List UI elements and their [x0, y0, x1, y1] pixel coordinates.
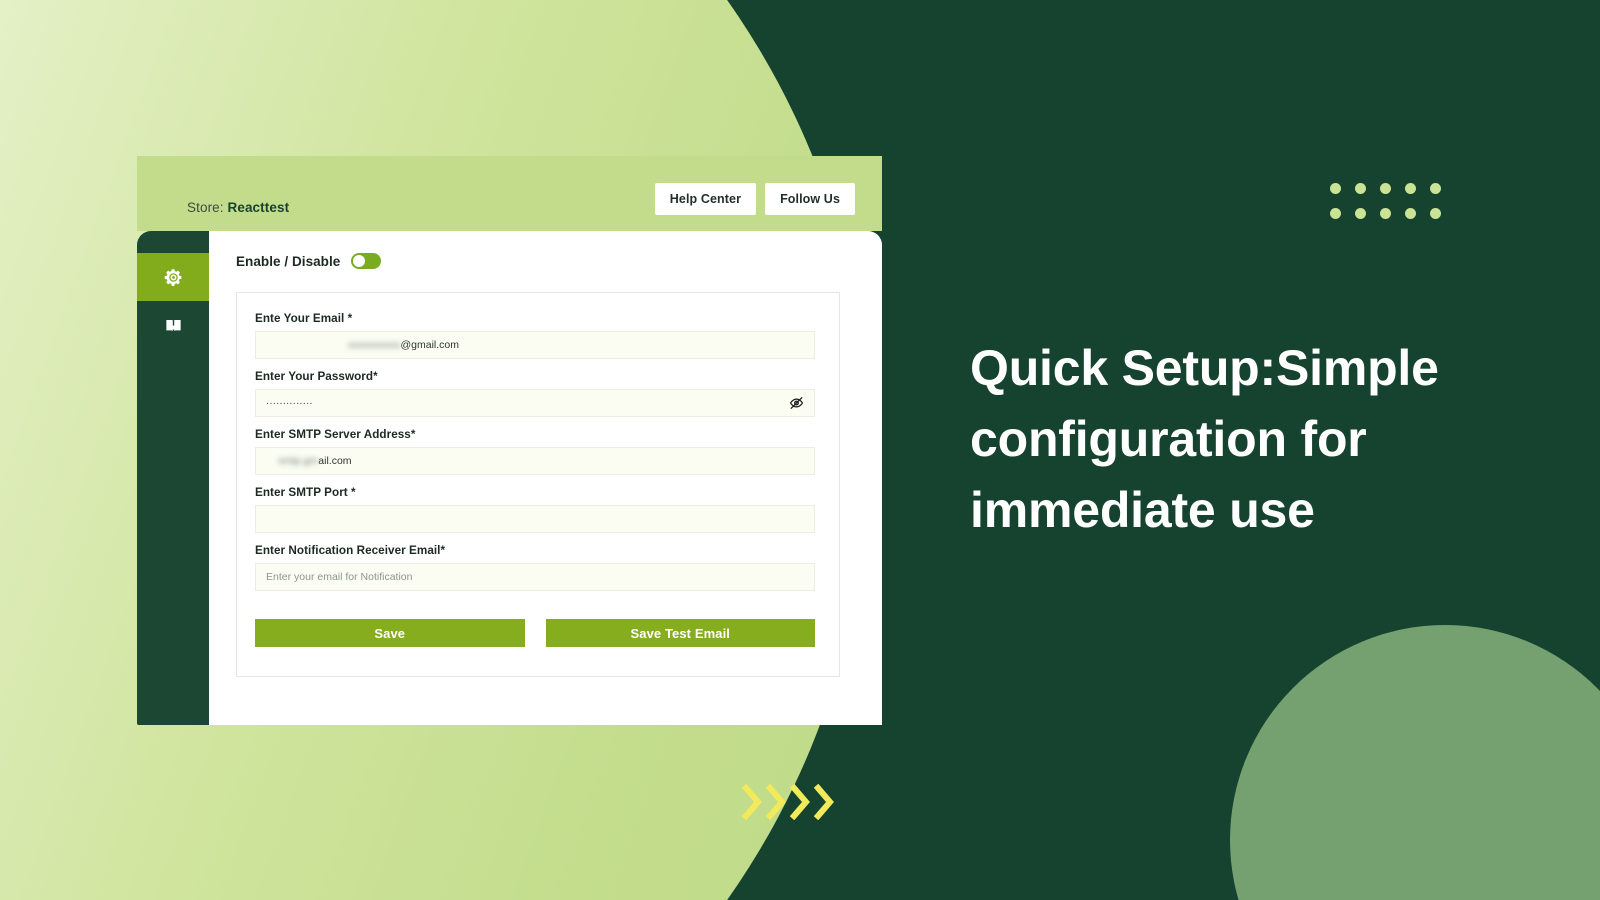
store-name: Reacttest: [227, 200, 290, 215]
chevron-right-icon: [766, 784, 786, 820]
smtp-port-field-label: Enter SMTP Port *: [255, 486, 356, 499]
enable-disable-toggle[interactable]: [351, 253, 382, 269]
smtp-server-visible-part: ail.com: [318, 455, 352, 467]
gear-icon: [164, 268, 181, 286]
notification-email-field[interactable]: Enter your email for Notification: [255, 563, 815, 591]
chevron-right-icon: [790, 784, 810, 820]
book-icon: [165, 319, 181, 331]
chevron-right-icon: [742, 784, 762, 820]
smtp-server-field[interactable]: smtp.gmail.com: [255, 447, 815, 475]
help-center-button[interactable]: Help Center: [654, 183, 757, 215]
dot-grid-decoration: [1330, 183, 1455, 233]
app-main-panel: Enable / Disable Ente Your Email * xxxxx…: [209, 231, 882, 725]
field-smtp-port: Enter SMTP Port *: [255, 486, 815, 533]
sidebar-item-documentation[interactable]: [137, 301, 209, 349]
password-field-label: Enter Your Password*: [255, 370, 378, 383]
smtp-server-redacted-part: smtp.gm: [278, 455, 319, 467]
field-notification-email: Enter Notification Receiver Email* Enter…: [255, 544, 815, 591]
email-visible-part: @gmail.com: [400, 339, 460, 351]
field-email: Ente Your Email * xxxxxxxxxx@gmail.com: [255, 312, 815, 359]
store-prefix: Store:: [187, 200, 224, 215]
password-field-value: ··············: [266, 397, 313, 409]
store-label: Store: Reacttest: [187, 200, 289, 215]
app-window: Store: Reacttest Help Center Follow Us E…: [137, 156, 882, 725]
email-field[interactable]: xxxxxxxxxx@gmail.com: [255, 331, 815, 359]
headline-text: Quick Setup:Simple configuration for imm…: [970, 340, 1439, 538]
enable-disable-row: Enable / Disable: [236, 253, 848, 269]
eye-off-icon: [789, 397, 804, 409]
smtp-port-field[interactable]: [255, 505, 815, 533]
field-password: Enter Your Password* ··············: [255, 370, 815, 417]
chevron-arrows-decoration: [742, 784, 836, 820]
notification-email-placeholder: Enter your email for Notification: [266, 571, 413, 583]
app-sidebar: [137, 231, 209, 725]
smtp-server-field-label: Enter SMTP Server Address*: [255, 428, 416, 441]
topbar-actions: Help Center Follow Us: [654, 183, 855, 215]
field-smtp-server: Enter SMTP Server Address* smtp.gmail.co…: [255, 428, 815, 475]
follow-us-button[interactable]: Follow Us: [765, 183, 855, 215]
email-redacted-part: xxxxxxxxxx: [348, 339, 401, 351]
toggle-password-visibility-button[interactable]: [789, 396, 804, 411]
sidebar-item-settings[interactable]: [137, 253, 209, 301]
save-button[interactable]: Save: [255, 619, 525, 647]
app-topbar: Store: Reacttest Help Center Follow Us: [137, 156, 882, 231]
password-field[interactable]: ··············: [255, 389, 815, 417]
save-test-email-button[interactable]: Save Test Email: [545, 619, 815, 647]
smtp-settings-form: Ente Your Email * xxxxxxxxxx@gmail.com E…: [236, 292, 840, 677]
smtp-server-field-value: smtp.gmail.com: [266, 455, 352, 467]
enable-disable-label: Enable / Disable: [236, 253, 341, 269]
toggle-knob: [353, 255, 366, 267]
form-action-buttons: Save Save Test Email: [255, 619, 815, 647]
notification-email-field-label: Enter Notification Receiver Email*: [255, 544, 446, 557]
sage-circle: [1230, 625, 1600, 900]
chevron-right-icon: [814, 784, 834, 820]
email-field-label: Ente Your Email *: [255, 312, 353, 325]
email-field-value: xxxxxxxxxx@gmail.com: [266, 339, 459, 351]
